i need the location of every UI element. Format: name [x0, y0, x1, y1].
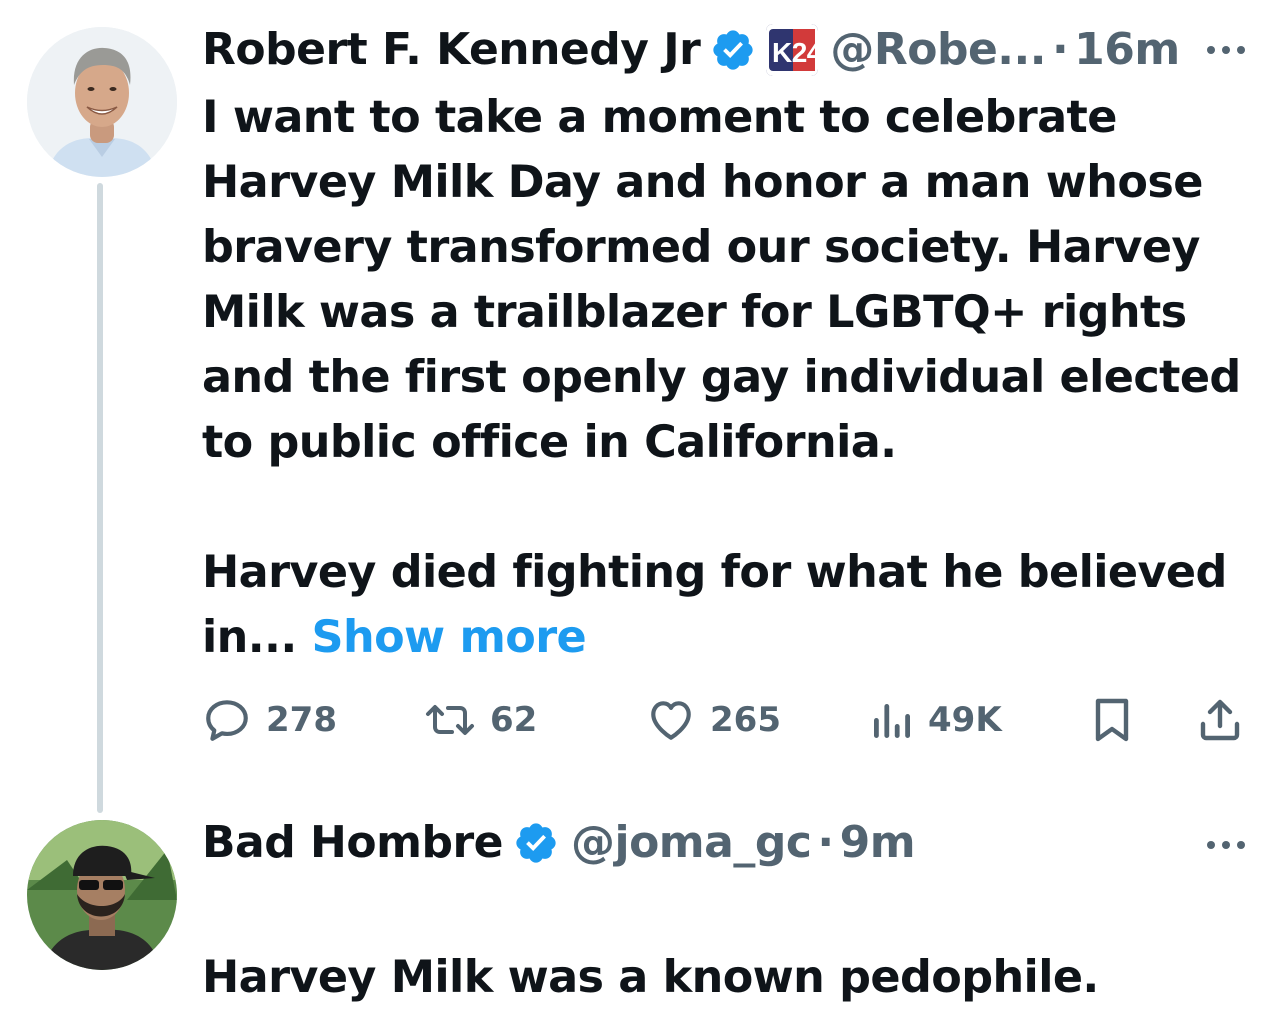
tweet-body: Harvey Milk was a known pedophile.	[202, 880, 1252, 1010]
tweet-actions-bar: 278 62 265 49K	[202, 690, 1252, 750]
retweet-button[interactable]: 62	[424, 690, 537, 750]
tweet-body-text: Harvey Milk was a known pedophile.	[202, 952, 1099, 1003]
author-name[interactable]: Bad Hombre	[202, 817, 503, 869]
tweet-header: Bad Hombre @joma_gc · 9m	[202, 817, 916, 869]
more-options-icon[interactable]	[1204, 838, 1248, 852]
author-handle[interactable]: @Robe...	[830, 24, 1046, 76]
show-more-link[interactable]: Show more	[312, 612, 587, 663]
avatar-bad-hombre[interactable]	[27, 820, 177, 970]
tweet-header: Robert F. Kennedy Jr K24 @Robe... · 16m	[202, 24, 1180, 76]
more-options-icon[interactable]	[1204, 43, 1248, 57]
verified-badge-icon[interactable]	[513, 820, 559, 866]
author-handle[interactable]: @joma_gc	[571, 817, 812, 869]
bookmark-icon	[1095, 698, 1129, 742]
avatar-image	[27, 27, 177, 177]
reply-count: 278	[266, 700, 337, 740]
verified-badge-icon[interactable]	[710, 27, 756, 73]
retweet-icon	[426, 705, 474, 735]
views-count: 49K	[928, 700, 1002, 740]
k24-affiliate-badge[interactable]: K24	[766, 24, 819, 76]
tweet-body-text: I want to take a moment to celebrate Har…	[202, 92, 1241, 663]
tweet-main[interactable]: Robert F. Kennedy Jr K24 @Robe... · 16m …	[0, 0, 1280, 813]
heart-icon	[651, 701, 691, 740]
retweet-count: 62	[490, 700, 538, 740]
like-count: 265	[710, 700, 781, 740]
tweet-body: I want to take a moment to celebrate Har…	[202, 85, 1252, 670]
bookmark-button[interactable]	[1090, 690, 1134, 750]
like-button[interactable]: 265	[646, 690, 781, 750]
share-button[interactable]	[1196, 690, 1244, 750]
thread-connector-line	[97, 183, 103, 813]
tweet-reply[interactable]: Bad Hombre @joma_gc · 9m Harvey Milk was…	[0, 800, 1280, 1003]
separator-dot: ·	[1051, 24, 1069, 75]
share-icon	[1200, 699, 1240, 741]
k24-badge-text: K24	[772, 37, 818, 68]
k24-logo-icon: K24	[766, 24, 819, 76]
author-name[interactable]: Robert F. Kennedy Jr	[202, 24, 701, 76]
views-icon	[874, 704, 910, 738]
reply-button[interactable]: 278	[202, 690, 337, 750]
separator-dot: ·	[817, 817, 834, 868]
avatar-image	[27, 820, 177, 970]
tweet-timestamp[interactable]: 9m	[840, 817, 916, 869]
views-button[interactable]: 49K	[870, 690, 1002, 750]
avatar-rfk[interactable]	[27, 27, 177, 177]
tweet-timestamp[interactable]: 16m	[1074, 24, 1180, 76]
reply-icon	[206, 700, 248, 741]
